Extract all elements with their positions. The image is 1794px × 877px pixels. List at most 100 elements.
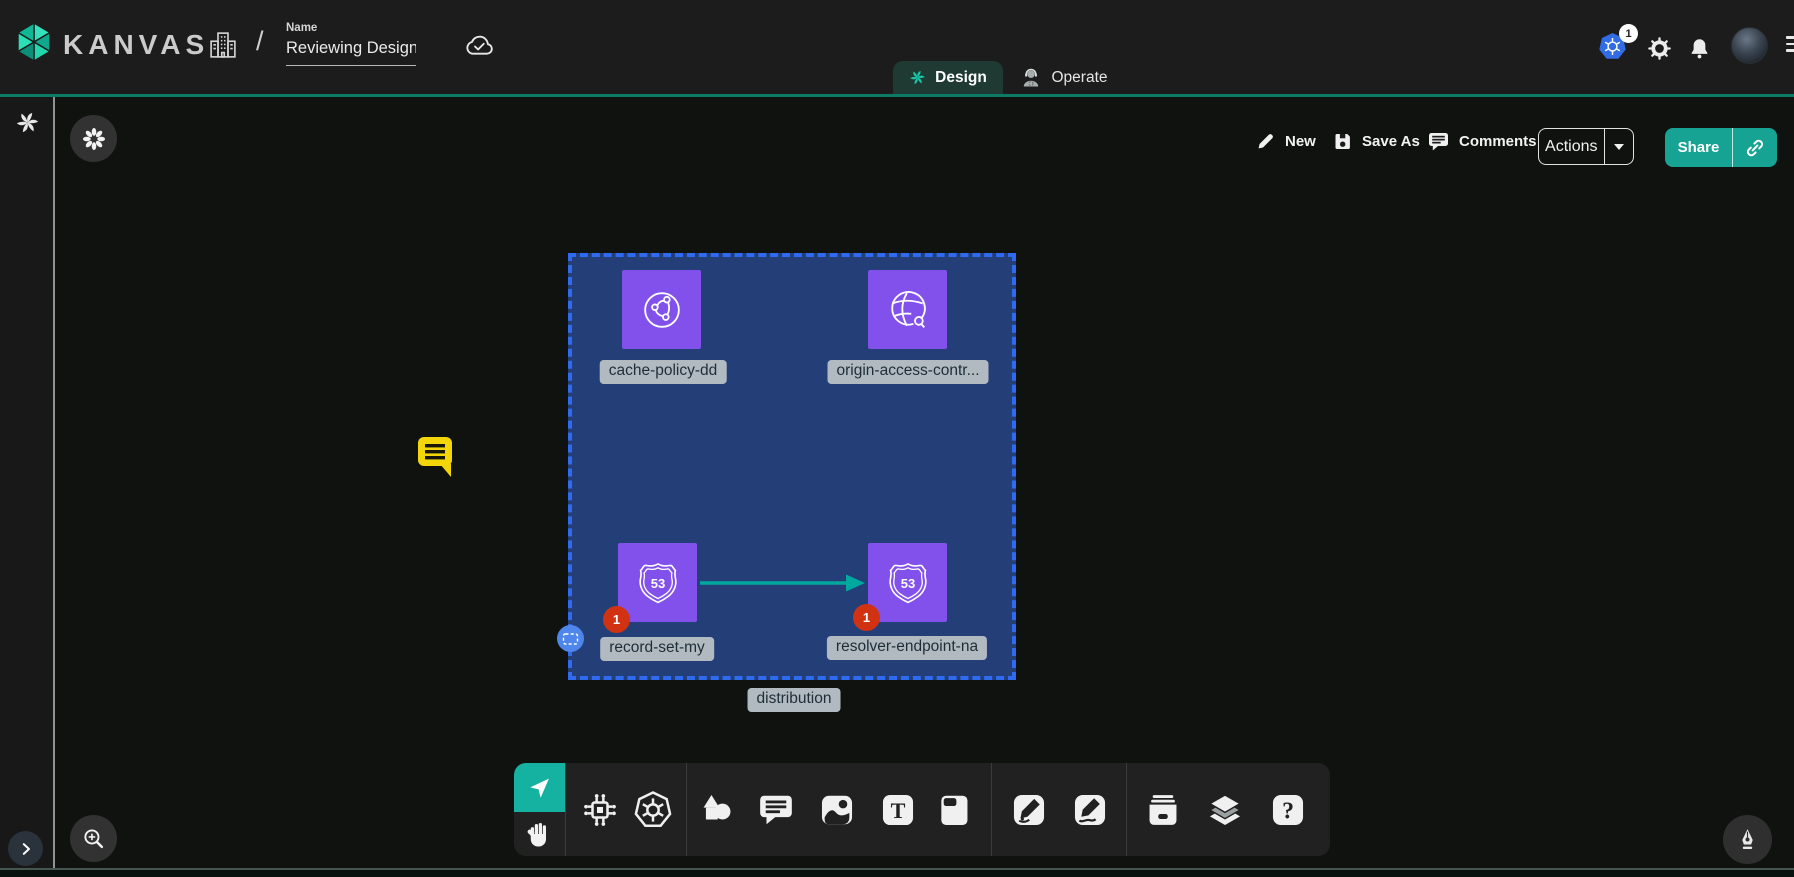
pencil-scribble-icon bbox=[1071, 791, 1109, 829]
new-label: New bbox=[1285, 133, 1316, 150]
link-icon bbox=[1745, 138, 1765, 158]
tab-operate[interactable]: Operate bbox=[1009, 61, 1119, 94]
share-button[interactable]: Share bbox=[1665, 128, 1777, 167]
left-sidebar bbox=[0, 97, 54, 868]
save-as-label: Save As bbox=[1362, 133, 1420, 150]
image-icon bbox=[818, 791, 856, 829]
pen-mode-button[interactable] bbox=[1723, 815, 1772, 864]
organization-icon[interactable] bbox=[208, 30, 238, 65]
new-button[interactable]: New bbox=[1255, 131, 1316, 152]
operate-tab-icon bbox=[1020, 67, 1042, 89]
sidebar-expand-button[interactable] bbox=[8, 831, 43, 866]
toolbar-divider bbox=[565, 763, 566, 856]
label-origin-access[interactable]: origin-access-contr... bbox=[828, 360, 989, 384]
design-tab-icon bbox=[909, 69, 926, 86]
cursor-arrow-icon bbox=[527, 775, 553, 801]
logo-hexagon-icon bbox=[15, 22, 53, 67]
text-tool-button[interactable]: T bbox=[876, 788, 920, 832]
svg-text:53: 53 bbox=[900, 575, 915, 590]
svg-text:?: ? bbox=[1282, 799, 1294, 825]
image-tool-button[interactable] bbox=[815, 788, 859, 832]
card-icon bbox=[935, 791, 973, 829]
marquee-rect-icon bbox=[560, 628, 582, 650]
name-field-label: Name bbox=[286, 22, 416, 34]
architecture-tool-button[interactable] bbox=[578, 788, 622, 832]
actions-dropdown-button[interactable]: Actions bbox=[1538, 128, 1634, 165]
comments-label: Comments bbox=[1459, 133, 1537, 150]
app-root: KANVAS / Name Design bbox=[0, 0, 1794, 877]
save-floppy-icon bbox=[1333, 131, 1353, 151]
archive-drawer-icon bbox=[1144, 791, 1182, 829]
user-avatar[interactable] bbox=[1731, 27, 1768, 64]
canvas-flower-button[interactable] bbox=[70, 115, 117, 162]
svg-text:T: T bbox=[891, 798, 906, 823]
toolbar-divider bbox=[991, 763, 992, 856]
route53-shield-icon: 53 bbox=[883, 558, 933, 608]
design-tab-label: Design bbox=[935, 69, 987, 87]
sidebar-canvas-divider bbox=[53, 97, 55, 868]
node-origin-access[interactable] bbox=[868, 270, 947, 349]
caret-down-icon bbox=[1614, 144, 1624, 150]
overflow-menu-icon[interactable] bbox=[1786, 36, 1794, 56]
actions-label: Actions bbox=[1539, 138, 1604, 156]
kubernetes-status-button[interactable]: 1 bbox=[1598, 24, 1638, 64]
copy-link-button[interactable] bbox=[1733, 138, 1777, 158]
toolbar-divider bbox=[1126, 763, 1127, 856]
layers-tool-button[interactable] bbox=[1203, 788, 1247, 832]
hand-icon bbox=[525, 819, 555, 849]
comment-bubble-icon bbox=[757, 791, 795, 829]
hand-tool-button[interactable] bbox=[514, 812, 565, 856]
record-set-alert-badge[interactable]: 1 bbox=[603, 606, 630, 633]
label-cache-policy[interactable]: cache-policy-dd bbox=[600, 360, 727, 384]
kubernetes-alert-badge: 1 bbox=[1619, 24, 1638, 43]
node-cache-policy[interactable] bbox=[622, 270, 701, 349]
node-resolver-endpoint[interactable]: 53 bbox=[868, 543, 947, 622]
shapes-tool-button[interactable] bbox=[695, 788, 739, 832]
label-resolver-endpoint[interactable]: resolver-endpoint-na bbox=[827, 636, 987, 660]
bezier-pen-icon bbox=[1010, 791, 1048, 829]
cloud-saved-icon bbox=[463, 33, 493, 63]
app-logo[interactable]: KANVAS bbox=[15, 22, 209, 67]
canvas-comment-marker[interactable] bbox=[412, 431, 458, 484]
label-distribution-group[interactable]: distribution bbox=[748, 688, 841, 712]
operate-tab-label: Operate bbox=[1051, 69, 1107, 87]
save-as-button[interactable]: Save As bbox=[1333, 131, 1420, 151]
kubernetes-tool-button[interactable] bbox=[631, 788, 675, 832]
tab-design[interactable]: Design bbox=[893, 61, 1003, 94]
pen-tool-button[interactable] bbox=[1007, 788, 1051, 832]
help-icon: ? bbox=[1269, 791, 1307, 829]
resolver-endpoint-alert-badge[interactable]: 1 bbox=[853, 604, 880, 631]
sticky-card-tool-button[interactable] bbox=[932, 788, 976, 832]
design-name-input[interactable] bbox=[286, 37, 416, 66]
zoom-in-button[interactable] bbox=[70, 815, 117, 862]
selection-marquee-handle[interactable] bbox=[557, 625, 584, 652]
design-name-field: Name bbox=[286, 22, 416, 66]
select-tool-button[interactable] bbox=[514, 763, 565, 812]
connection-arrow[interactable] bbox=[697, 570, 869, 601]
layers-icon bbox=[1206, 791, 1244, 829]
breadcrumb-separator: / bbox=[256, 26, 264, 57]
bottom-toolbar: T bbox=[514, 763, 1330, 856]
share-label: Share bbox=[1665, 139, 1732, 156]
help-tool-button[interactable]: ? bbox=[1266, 788, 1310, 832]
node-record-set[interactable]: 53 bbox=[618, 543, 697, 622]
pencil-tool-button[interactable] bbox=[1068, 788, 1112, 832]
route53-shield-icon: 53 bbox=[633, 558, 683, 608]
svg-text:53: 53 bbox=[650, 575, 665, 590]
origin-access-globe-icon bbox=[883, 285, 933, 335]
cloudfront-globe-icon bbox=[637, 285, 687, 335]
comments-button[interactable]: Comments bbox=[1427, 131, 1537, 152]
logo-wordmark: KANVAS bbox=[63, 29, 209, 61]
notifications-bell-icon[interactable] bbox=[1688, 37, 1711, 65]
kubernetes-helm-icon bbox=[633, 790, 673, 830]
label-record-set[interactable]: record-set-my bbox=[600, 637, 714, 661]
actions-caret-button[interactable] bbox=[1605, 144, 1633, 150]
settings-gear-icon[interactable] bbox=[1647, 36, 1672, 66]
comments-bubble-icon bbox=[1427, 131, 1450, 152]
comment-tool-button[interactable] bbox=[754, 788, 798, 832]
sidebar-pinwheel-icon[interactable] bbox=[15, 110, 40, 140]
shapes-icon bbox=[698, 791, 736, 829]
circuit-chip-icon bbox=[580, 790, 620, 830]
archive-tool-button[interactable] bbox=[1141, 788, 1185, 832]
bottom-edge-strip bbox=[0, 868, 1794, 877]
